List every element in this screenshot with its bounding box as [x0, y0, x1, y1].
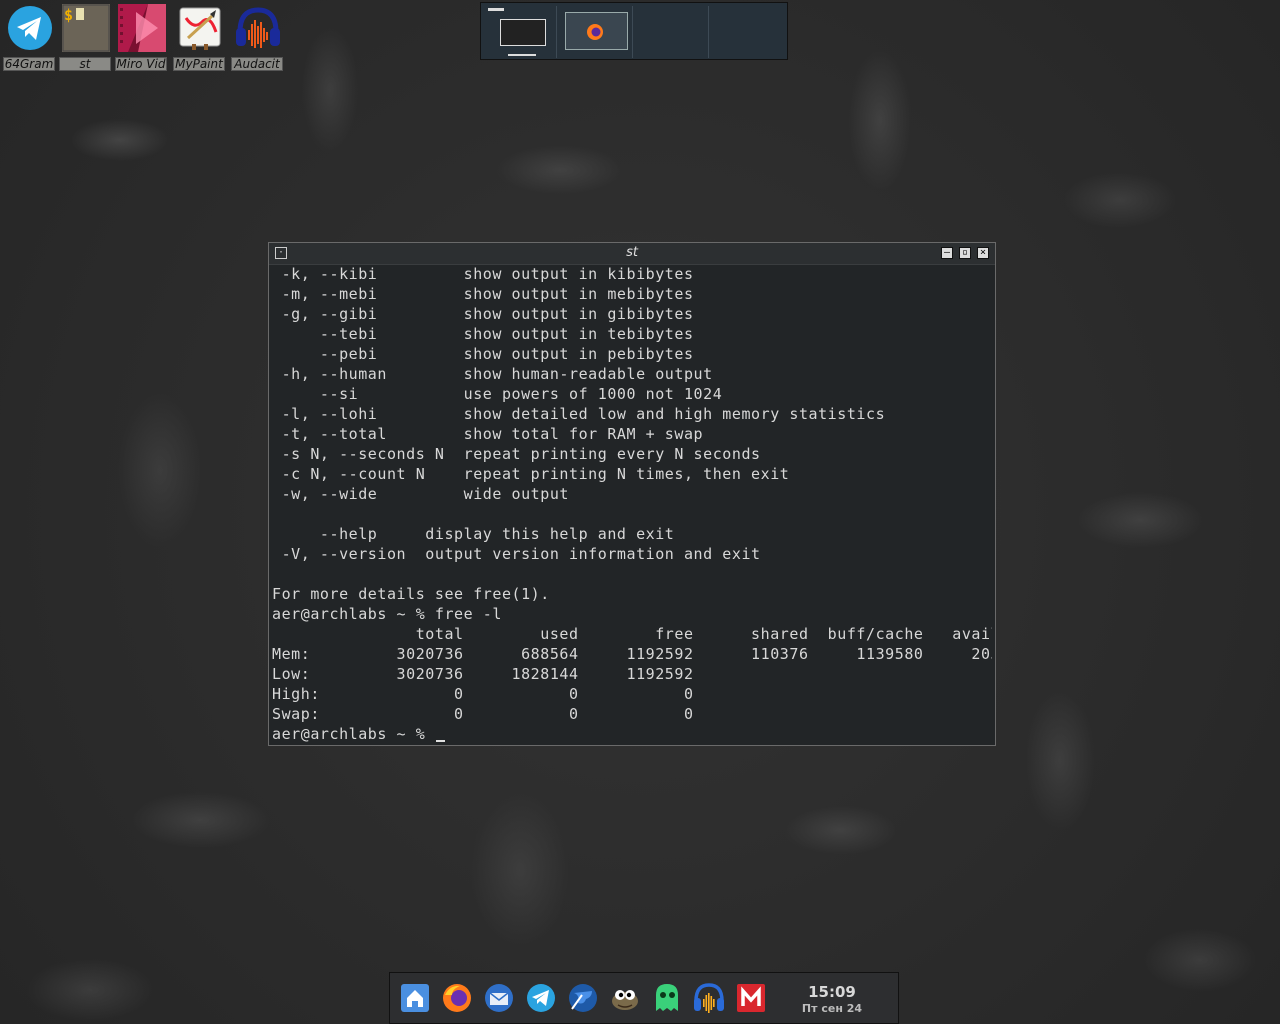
workspace-4[interactable]	[711, 6, 784, 58]
minimize-button[interactable]: –	[941, 247, 953, 259]
close-icon: ×	[979, 247, 987, 258]
dock-panel: 15:09 Пт сен 24	[389, 972, 899, 1024]
terminal-line: -m, --mebi show output in mebibytes	[272, 285, 694, 303]
desktop-icon-label: 64Gram	[3, 57, 55, 71]
desktop-icon-miro-vid[interactable]: Miro Vid	[115, 2, 167, 72]
terminal-line: -t, --total show total for RAM + swap	[272, 425, 704, 443]
terminal-line: Mem: 3020736 688564 1192592 110376 11395…	[272, 645, 992, 663]
terminal-line: High: 0 0 0	[272, 685, 694, 703]
terminal-text: -k, --kibi show output in kibibytes -m, …	[272, 264, 992, 744]
terminal-output[interactable]: -k, --kibi show output in kibibytes -m, …	[272, 264, 992, 744]
desktop-icon-label: st	[59, 57, 111, 71]
gimp-icon	[612, 990, 638, 1010]
ghost-icon	[656, 984, 678, 1011]
terminal-line: -c N, --count N repeat printing N times,…	[272, 465, 790, 483]
dock-app-telegram[interactable]	[524, 981, 558, 1015]
terminal-window[interactable]: · st – ▫ × -k, --kibi show output in kib…	[268, 242, 996, 746]
terminal-line: -l, --lohi show detailed low and high me…	[272, 405, 886, 423]
maximize-button[interactable]: ▫	[959, 247, 971, 259]
firefox-icon	[443, 984, 471, 1012]
dock-app-firefox[interactable]	[440, 981, 474, 1015]
workspace-pager	[480, 2, 788, 60]
mail-client-icon	[485, 984, 513, 1012]
terminal-line: --help display this help and exit	[272, 525, 675, 543]
minimize-icon: –	[943, 247, 951, 258]
terminal-line: Low: 3020736 1828144 1192592	[272, 665, 694, 683]
terminal-cursor	[435, 740, 445, 742]
terminal-line: For more details see free(1).	[272, 585, 550, 603]
dock-app-mega[interactable]	[734, 981, 768, 1015]
audacity-icon	[694, 983, 724, 1013]
desktop-icon-mypaint[interactable]: MyPaint	[173, 2, 225, 72]
dock-app-gimp[interactable]	[608, 981, 642, 1015]
desktop-icon-label: Audacit	[231, 57, 283, 71]
terminal-line: total used free shared buff/cache availa…	[272, 625, 992, 643]
clock-time[interactable]: 15:09	[780, 983, 884, 1001]
terminal-line: aer@archlabs ~ % free -l	[272, 605, 502, 623]
window-titlebar[interactable]: · st – ▫ ×	[269, 243, 995, 265]
desktop-icon-label: Miro Vid	[115, 57, 167, 71]
terminal-line: -s N, --seconds N repeat printing every …	[272, 445, 761, 463]
terminal-line: --tebi show output in tebibytes	[272, 325, 694, 343]
workspace-1[interactable]	[484, 6, 557, 58]
dock-app-network[interactable]	[566, 981, 600, 1015]
terminal-line: --pebi show output in pebibytes	[272, 345, 694, 363]
mega-icon	[737, 984, 765, 1012]
terminal-line: -g, --gibi show output in gibibytes	[272, 305, 694, 323]
home-folder-icon	[401, 984, 429, 1012]
maximize-icon: ▫	[961, 247, 969, 258]
mypaint-icon	[176, 4, 224, 52]
desktop-icon-audacity[interactable]: Audacit	[231, 2, 283, 72]
clock-date[interactable]: Пт сен 24	[780, 1002, 884, 1015]
workspace-window-thumb	[488, 8, 504, 11]
window-title: st	[626, 245, 638, 260]
telegram-icon	[6, 4, 54, 52]
desktop-icon-label: MyPaint	[173, 57, 225, 71]
audacity-icon	[234, 4, 282, 52]
terminal-icon: $	[62, 4, 110, 52]
svg-text:$: $	[64, 6, 73, 24]
firefox-icon	[586, 23, 604, 45]
terminal-line: --si use powers of 1000 not 1024	[272, 385, 723, 403]
dock-app-mail[interactable]	[482, 981, 516, 1015]
terminal-line: -V, --version output version information…	[272, 545, 761, 563]
network-globe-icon	[569, 984, 597, 1012]
terminal-prompt: aer@archlabs ~ %	[272, 725, 435, 743]
miro-video-icon	[118, 4, 166, 52]
workspace-3[interactable]	[636, 6, 709, 58]
workspace-active-marker	[508, 54, 536, 56]
desktop-icon-st[interactable]: $ st	[59, 2, 111, 72]
terminal-line: Swap: 0 0 0	[272, 705, 694, 723]
terminal-line: -w, --wide wide output	[272, 485, 570, 503]
telegram-icon	[527, 984, 555, 1012]
dock-app-ghost[interactable]	[650, 981, 684, 1015]
workspace-window-thumb	[500, 19, 546, 46]
workspace-2[interactable]	[560, 6, 633, 58]
terminal-line: -k, --kibi show output in kibibytes	[272, 265, 694, 283]
dock-app-home[interactable]	[398, 981, 432, 1015]
desktop-icon-64gram[interactable]: 64Gram	[3, 2, 55, 72]
dock-app-audacity[interactable]	[692, 981, 726, 1015]
close-button[interactable]: ×	[977, 247, 989, 259]
terminal-line: -h, --human show human-readable output	[272, 365, 713, 383]
